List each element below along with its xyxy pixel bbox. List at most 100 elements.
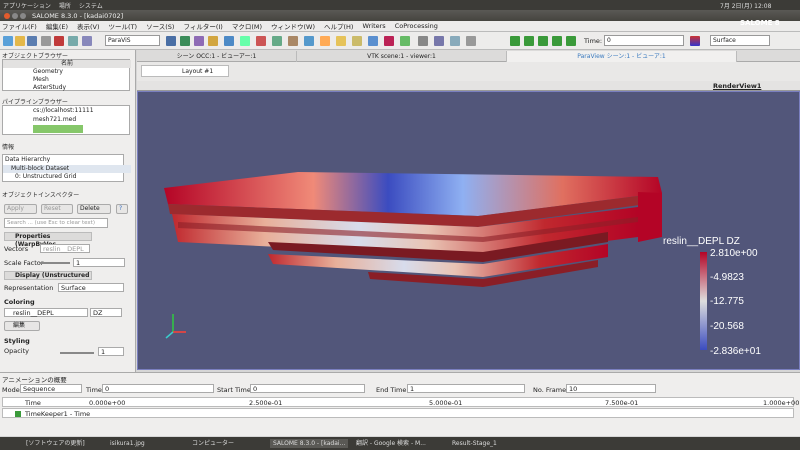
menu-writers[interactable]: Writers bbox=[362, 22, 385, 30]
threshold-icon[interactable] bbox=[288, 36, 298, 46]
clip-icon[interactable] bbox=[240, 36, 250, 46]
next-frame-icon[interactable] bbox=[552, 36, 562, 46]
filter-icon[interactable] bbox=[224, 36, 234, 46]
prev-frame-icon[interactable] bbox=[524, 36, 534, 46]
reset-camera-icon[interactable] bbox=[208, 36, 218, 46]
render-canvas[interactable]: reslin__DEPL DZ 2.810e+00 -4.9823 -12.77… bbox=[138, 92, 800, 370]
module-select[interactable]: ParaViS bbox=[105, 35, 160, 46]
delete-button[interactable]: Delete bbox=[77, 204, 111, 214]
tab-occ-viewer[interactable]: シーン OCC:1 - ビューアー:1 bbox=[137, 51, 297, 62]
play-icon[interactable] bbox=[538, 36, 548, 46]
opacity-slider[interactable] bbox=[60, 352, 94, 354]
tree-item-asterstudy[interactable]: AsterStudy bbox=[3, 84, 131, 92]
menu-view[interactable]: 表示(V) bbox=[77, 21, 100, 31]
system-menu-places[interactable]: 場所 bbox=[59, 1, 71, 10]
pipeline-server[interactable]: cs://localhost:11111 bbox=[3, 107, 131, 115]
redo-icon[interactable] bbox=[82, 36, 92, 46]
timeline-row[interactable]: TimeKeeper1 - Time bbox=[2, 408, 794, 418]
tab-layout-1[interactable]: Layout #1 bbox=[141, 65, 229, 77]
representation-dropdown[interactable]: Surface bbox=[58, 283, 124, 292]
help-icon[interactable] bbox=[418, 36, 428, 46]
info-multiblock[interactable]: Multi-block Dataset bbox=[3, 165, 131, 173]
menu-filters[interactable]: フィルター(I) bbox=[183, 21, 222, 31]
pipeline-warp-filter[interactable]: WarpByVector1 bbox=[33, 125, 83, 133]
properties-header[interactable]: Properties (WarpByVec bbox=[4, 232, 92, 248]
menu-edit[interactable]: 編集(E) bbox=[46, 21, 68, 31]
open-icon[interactable] bbox=[15, 36, 25, 46]
task-computer[interactable]: コンピューター bbox=[192, 439, 234, 448]
legend-title: reslin__DEPL DZ bbox=[663, 236, 740, 247]
opacity-input[interactable]: 1 bbox=[98, 347, 124, 356]
undo-icon[interactable] bbox=[68, 36, 78, 46]
menu-tools[interactable]: ツール(T) bbox=[109, 21, 138, 31]
task-software-update[interactable]: [ソフトウェアの更新] bbox=[26, 439, 85, 448]
open-data-icon[interactable] bbox=[166, 36, 176, 46]
apply-button[interactable]: Apply bbox=[4, 204, 37, 214]
task-result-stage[interactable]: Result-Stage_1 bbox=[452, 439, 497, 448]
info-unstructured[interactable]: 0: Unstructured Grid bbox=[3, 173, 131, 181]
maximize-icon[interactable] bbox=[20, 12, 26, 19]
pick-icon[interactable] bbox=[450, 36, 460, 46]
connect-icon[interactable] bbox=[180, 36, 190, 46]
frames-input[interactable]: 10 bbox=[566, 384, 656, 393]
menu-help[interactable]: ヘルプ(H) bbox=[324, 21, 353, 31]
copy-icon[interactable] bbox=[41, 36, 51, 46]
first-frame-icon[interactable] bbox=[510, 36, 520, 46]
tree-item-geometry[interactable]: Geometry bbox=[3, 68, 131, 76]
system-menu-system[interactable]: システム bbox=[79, 1, 103, 10]
anim-time-input[interactable]: 0 bbox=[102, 384, 214, 393]
vectors-select[interactable]: reslin__DEPL bbox=[40, 244, 90, 253]
extract-icon[interactable] bbox=[352, 36, 362, 46]
task-browser[interactable]: 翻訳 - Google 検索 - M... bbox=[356, 439, 426, 448]
reset-button[interactable]: Reset bbox=[41, 204, 73, 214]
plot-icon[interactable] bbox=[400, 36, 410, 46]
help-button[interactable]: ? bbox=[116, 204, 128, 214]
calculator-icon[interactable] bbox=[368, 36, 378, 46]
menu-macros[interactable]: マクロ(M) bbox=[232, 21, 262, 31]
render-viewport[interactable]: reslin__DEPL DZ 2.810e+00 -4.9823 -12.77… bbox=[137, 91, 800, 370]
menu-window[interactable]: ウィンドウ(W) bbox=[271, 21, 315, 31]
coloring-component-select[interactable]: DZ bbox=[90, 308, 122, 317]
task-salome[interactable]: SALOME 8.3.0 - [kadai... bbox=[270, 439, 349, 448]
scale-slider[interactable] bbox=[40, 262, 70, 264]
folder-icon[interactable] bbox=[336, 36, 346, 46]
contour-icon[interactable] bbox=[272, 36, 282, 46]
display-header[interactable]: Display (Unstructured bbox=[4, 271, 92, 280]
save-icon[interactable] bbox=[27, 36, 37, 46]
color-map-icon[interactable] bbox=[690, 36, 700, 46]
edit-colormap-button[interactable]: 編集 bbox=[4, 321, 40, 331]
tab-vtk-viewer[interactable]: VTK scene:1 - viewer:1 bbox=[297, 51, 507, 62]
clock[interactable]: 7月 2日(月) 12:08 bbox=[720, 1, 771, 10]
glyph-icon[interactable] bbox=[304, 36, 314, 46]
slice-icon[interactable] bbox=[256, 36, 266, 46]
start-time-input[interactable]: 0 bbox=[250, 384, 365, 393]
representation-select[interactable]: Surface bbox=[710, 35, 770, 46]
mode-select[interactable]: Sequence bbox=[20, 384, 82, 393]
python-icon[interactable] bbox=[194, 36, 204, 46]
end-time-input[interactable]: 1 bbox=[407, 384, 525, 393]
probe-icon[interactable] bbox=[384, 36, 394, 46]
menu-sources[interactable]: ソース(S) bbox=[146, 21, 174, 31]
task-image[interactable]: isikura1.jpg bbox=[110, 439, 145, 448]
last-frame-icon[interactable] bbox=[566, 36, 576, 46]
pipeline-mesh-source[interactable]: mesh721.med bbox=[3, 116, 131, 124]
taskbar: [ソフトウェアの更新] isikura1.jpg コンピューター SALOME … bbox=[0, 437, 800, 450]
delete-icon[interactable] bbox=[54, 36, 64, 46]
warp-icon[interactable] bbox=[320, 36, 330, 46]
coloring-array-select[interactable]: reslin__DEPL bbox=[4, 308, 88, 317]
menu-file[interactable]: ファイル(F) bbox=[2, 21, 37, 31]
time-input[interactable]: 0 bbox=[604, 35, 684, 46]
camera-icon[interactable] bbox=[434, 36, 444, 46]
minimize-icon[interactable] bbox=[12, 12, 18, 19]
new-icon[interactable] bbox=[3, 36, 13, 46]
select-icon[interactable] bbox=[466, 36, 476, 46]
menu-coprocessing[interactable]: CoProcessing bbox=[395, 22, 438, 30]
tab-paraview-viewer[interactable]: ParaView シーン:1 - ビューア:1 bbox=[507, 51, 737, 62]
tree-item-mesh[interactable]: Mesh bbox=[3, 76, 131, 84]
search-input[interactable]: Search ... (use Esc to clear text) bbox=[4, 218, 108, 228]
opacity-label: Opacity bbox=[4, 347, 30, 355]
close-icon[interactable] bbox=[4, 12, 10, 19]
system-menu-apps[interactable]: アプリケーション bbox=[3, 1, 51, 10]
checkbox-icon[interactable] bbox=[15, 411, 21, 417]
scale-factor-input[interactable]: 1 bbox=[73, 258, 125, 267]
